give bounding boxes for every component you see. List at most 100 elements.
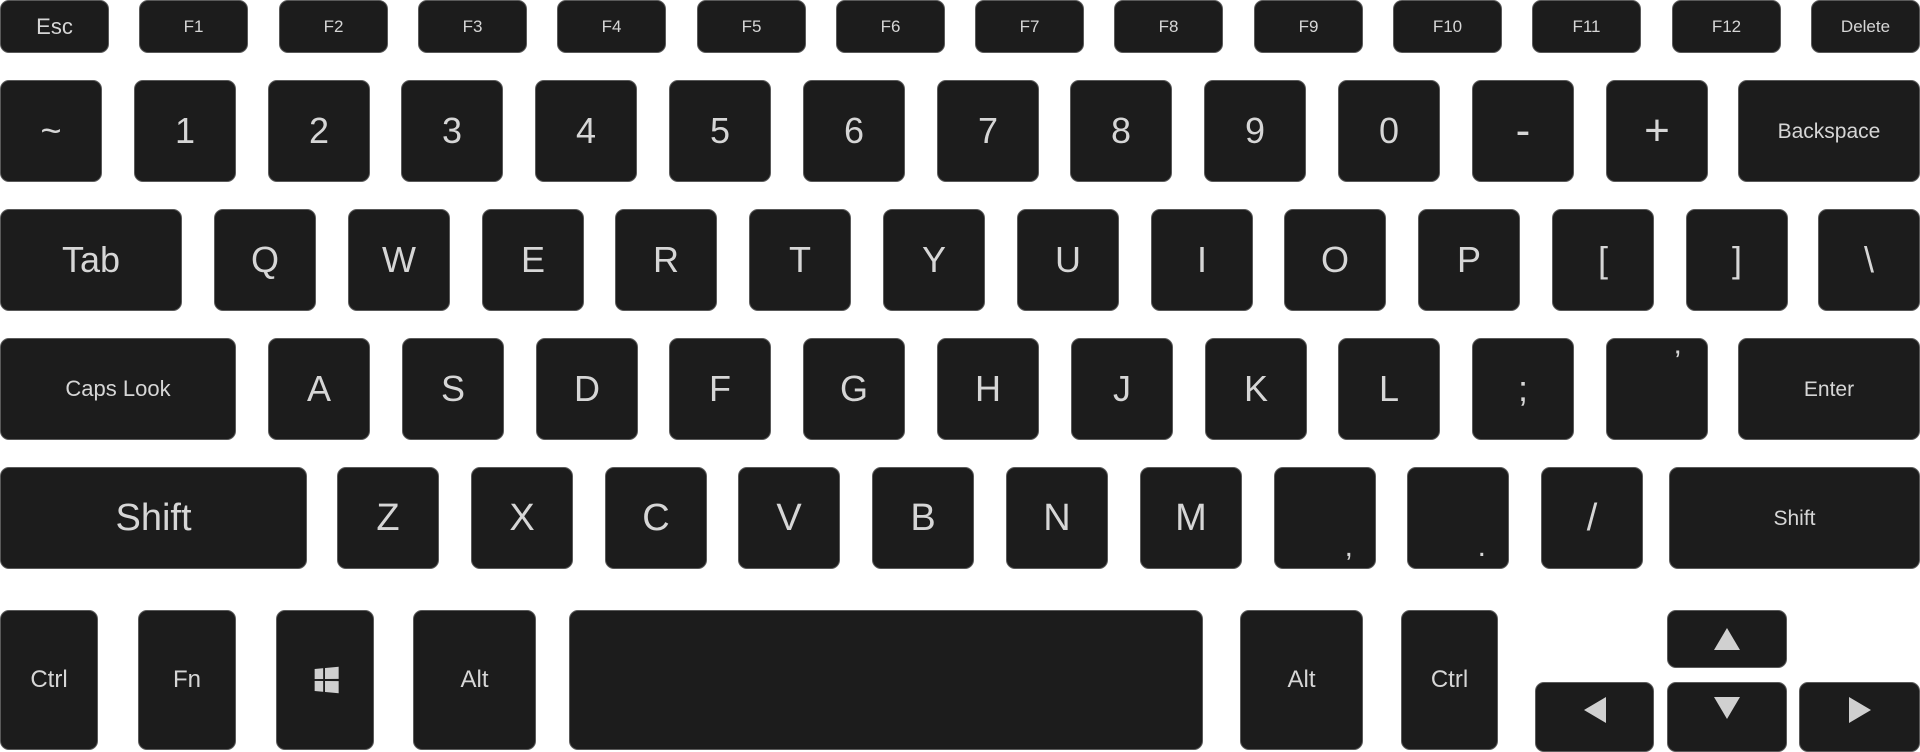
key-u[interactable]: U (1017, 209, 1119, 311)
key-label: Y (921, 239, 946, 280)
key-b[interactable]: B (872, 467, 974, 569)
key-f10[interactable]: F10 (1393, 0, 1502, 53)
key-y[interactable]: Y (883, 209, 985, 311)
key-e[interactable]: E (482, 209, 584, 311)
key-t[interactable]: T (749, 209, 851, 311)
key-label: Ctrl (1430, 666, 1469, 693)
key-label: R (653, 239, 679, 280)
key-windows[interactable] (276, 610, 374, 750)
key-h[interactable]: H (937, 338, 1039, 440)
key-9[interactable]: 9 (1204, 80, 1306, 182)
key-label: Tab (61, 239, 121, 280)
key-enter[interactable]: Enter (1738, 338, 1920, 440)
key-v[interactable]: V (738, 467, 840, 569)
key-semicolon[interactable]: ; (1472, 338, 1574, 440)
key-comma[interactable]: , (1274, 467, 1376, 569)
key-k[interactable]: K (1205, 338, 1307, 440)
key-l[interactable]: L (1338, 338, 1440, 440)
key-7[interactable]: 7 (937, 80, 1039, 182)
key-g[interactable]: G (803, 338, 905, 440)
key-label: F3 (462, 17, 483, 36)
key-x[interactable]: X (471, 467, 573, 569)
key-arrow-right[interactable] (1799, 682, 1920, 752)
key-f1[interactable]: F1 (139, 0, 248, 53)
key-minus[interactable]: - (1472, 80, 1574, 182)
key-f12[interactable]: F12 (1672, 0, 1781, 53)
key-label: X (509, 497, 535, 539)
key-right-bracket[interactable]: ] (1686, 209, 1788, 311)
key-backspace[interactable]: Backspace (1738, 80, 1920, 182)
key-n[interactable]: N (1006, 467, 1108, 569)
key-arrow-left[interactable] (1535, 682, 1654, 752)
key-left-bracket[interactable]: [ (1552, 209, 1654, 311)
key-4[interactable]: 4 (535, 80, 637, 182)
key-label: Ctrl (30, 666, 68, 693)
key-label: ] (1731, 239, 1742, 280)
key-label: ’ (1674, 345, 1681, 378)
key-fn[interactable]: Fn (138, 610, 236, 750)
key-label: U (1055, 239, 1081, 280)
key-w[interactable]: W (348, 209, 450, 311)
key-5[interactable]: 5 (669, 80, 771, 182)
key-label: M (1175, 497, 1207, 539)
key-arrow-down[interactable] (1667, 682, 1787, 752)
key-i[interactable]: I (1151, 209, 1253, 311)
key-space[interactable] (569, 610, 1203, 750)
key-f3[interactable]: F3 (418, 0, 527, 53)
key-f[interactable]: F (669, 338, 771, 440)
key-label: ~ (40, 110, 62, 151)
key-z[interactable]: Z (337, 467, 439, 569)
key-p[interactable]: P (1418, 209, 1520, 311)
key-f2[interactable]: F2 (279, 0, 388, 53)
key-slash[interactable]: / (1541, 467, 1643, 569)
key-j[interactable]: J (1071, 338, 1173, 440)
key-f7[interactable]: F7 (975, 0, 1084, 53)
key-r[interactable]: R (615, 209, 717, 311)
key-f8[interactable]: F8 (1114, 0, 1223, 53)
key-shift-right[interactable]: Shift (1669, 467, 1920, 569)
key-1[interactable]: 1 (134, 80, 236, 182)
key-m[interactable]: M (1140, 467, 1242, 569)
key-esc[interactable]: Esc (0, 0, 109, 53)
key-label: B (910, 497, 936, 539)
key-tab[interactable]: Tab (0, 209, 182, 311)
key-label: F1 (183, 17, 204, 36)
key-alt-left[interactable]: Alt (413, 610, 536, 750)
key-caps-lock[interactable]: Caps Look (0, 338, 236, 440)
key-f4[interactable]: F4 (557, 0, 666, 53)
key-quote[interactable]: ’ (1606, 338, 1708, 440)
key-label: O (1320, 239, 1349, 280)
key-3[interactable]: 3 (401, 80, 503, 182)
key-label: P (1456, 239, 1481, 280)
key-arrow-up[interactable] (1667, 610, 1787, 668)
key-6[interactable]: 6 (803, 80, 905, 182)
key-label: 9 (1244, 110, 1266, 151)
key-ctrl-left[interactable]: Ctrl (0, 610, 98, 750)
key-label: / (1586, 497, 1598, 539)
key-c[interactable]: C (605, 467, 707, 569)
key-alt-right[interactable]: Alt (1240, 610, 1363, 750)
key-d[interactable]: D (536, 338, 638, 440)
key-f5[interactable]: F5 (697, 0, 806, 53)
arrow-up-icon (1714, 628, 1740, 650)
key-ctrl-right[interactable]: Ctrl (1401, 610, 1498, 750)
key-tilde[interactable]: ~ (0, 80, 102, 182)
key-f9[interactable]: F9 (1254, 0, 1363, 53)
key-s[interactable]: S (402, 338, 504, 440)
key-shift-left[interactable]: Shift (0, 467, 307, 569)
key-period[interactable]: . (1407, 467, 1509, 569)
key-label: Backspace (1777, 119, 1881, 143)
key-delete[interactable]: Delete (1811, 0, 1920, 53)
key-a[interactable]: A (268, 338, 370, 440)
key-backslash[interactable]: \ (1818, 209, 1920, 311)
key-q[interactable]: Q (214, 209, 316, 311)
key-0[interactable]: 0 (1338, 80, 1440, 182)
key-o[interactable]: O (1284, 209, 1386, 311)
key-label: 1 (174, 110, 196, 151)
key-8[interactable]: 8 (1070, 80, 1172, 182)
key-2[interactable]: 2 (268, 80, 370, 182)
key-f11[interactable]: F11 (1532, 0, 1641, 53)
key-f6[interactable]: F6 (836, 0, 945, 53)
key-plus[interactable]: + (1606, 80, 1708, 182)
key-label: Q (250, 239, 279, 280)
